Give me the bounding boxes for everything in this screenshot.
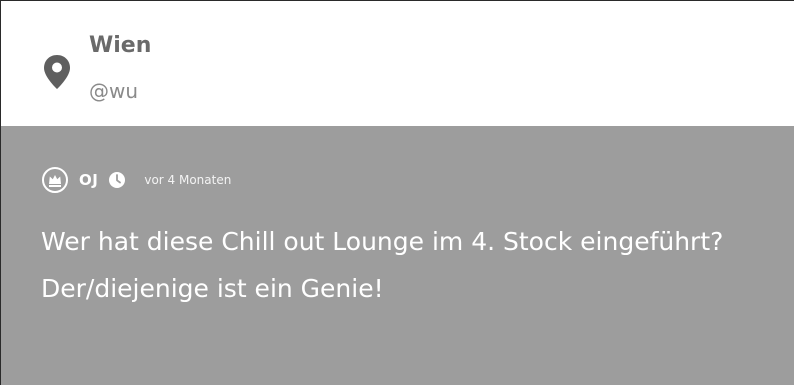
location-header[interactable]: Wien @wu (1, 1, 794, 126)
location-handle: @wu (89, 79, 139, 103)
location-title: Wien (89, 33, 152, 58)
post-timestamp: vor 4 Monaten (144, 173, 232, 187)
clock-icon (109, 172, 126, 188)
crown-badge-icon (42, 167, 68, 193)
post-meta: OJ vor 4 Monaten (41, 166, 231, 194)
post-card[interactable]: OJ vor 4 Monaten Wer hat diese Chill out… (1, 126, 794, 385)
post-text: Wer hat diese Chill out Lounge im 4. Sto… (41, 227, 724, 303)
app-window: Wien @wu OJ vor 4 Monaten Wer hat diese … (0, 0, 794, 385)
map-pin-icon (44, 55, 70, 89)
post-author[interactable]: OJ (79, 171, 98, 189)
